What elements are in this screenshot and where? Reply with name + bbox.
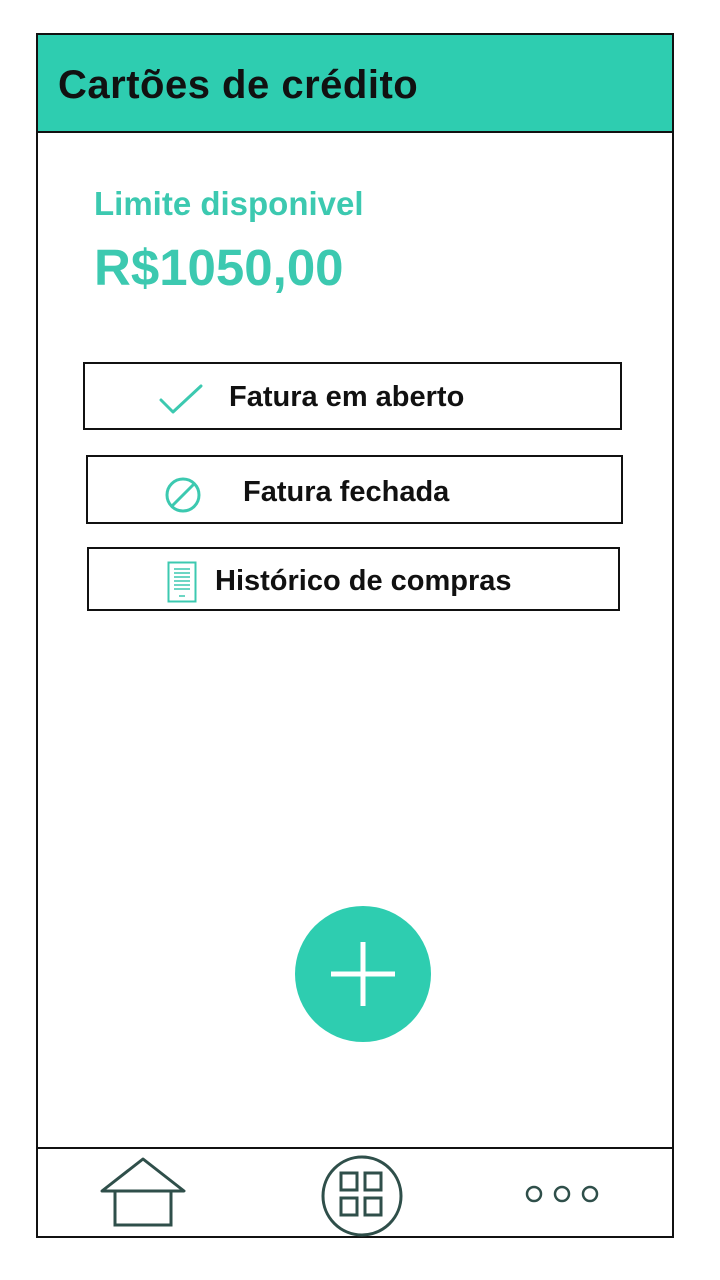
open-invoice-label: Fatura em aberto: [229, 381, 465, 413]
bottom-nav: [38, 1147, 672, 1238]
phone-frame: Cartões de crédito Limite disponivel R$1…: [36, 33, 674, 1238]
add-card-button[interactable]: [295, 906, 431, 1042]
document-icon: [167, 561, 197, 603]
page-title: Cartões de crédito: [58, 63, 419, 107]
nav-home[interactable]: [100, 1157, 186, 1234]
plus-icon: [331, 942, 395, 1006]
more-icon: [525, 1185, 599, 1203]
nav-more[interactable]: [524, 1183, 600, 1210]
limit-label: Limite disponivel: [94, 185, 364, 222]
app-header: Cartões de crédito: [38, 35, 672, 133]
open-invoice-button[interactable]: Fatura em aberto: [83, 362, 622, 430]
limit-value: R$1050,00: [94, 239, 344, 296]
blocked-icon: [165, 477, 201, 513]
check-icon: [159, 384, 203, 414]
nav-grid[interactable]: [320, 1154, 404, 1243]
purchase-history-button[interactable]: Histórico de compras: [87, 547, 620, 611]
home-icon: [100, 1157, 186, 1227]
purchase-history-label: Histórico de compras: [215, 565, 512, 597]
closed-invoice-label: Fatura fechada: [243, 476, 450, 508]
closed-invoice-button[interactable]: Fatura fechada: [86, 455, 623, 524]
grid-icon: [321, 1155, 403, 1237]
